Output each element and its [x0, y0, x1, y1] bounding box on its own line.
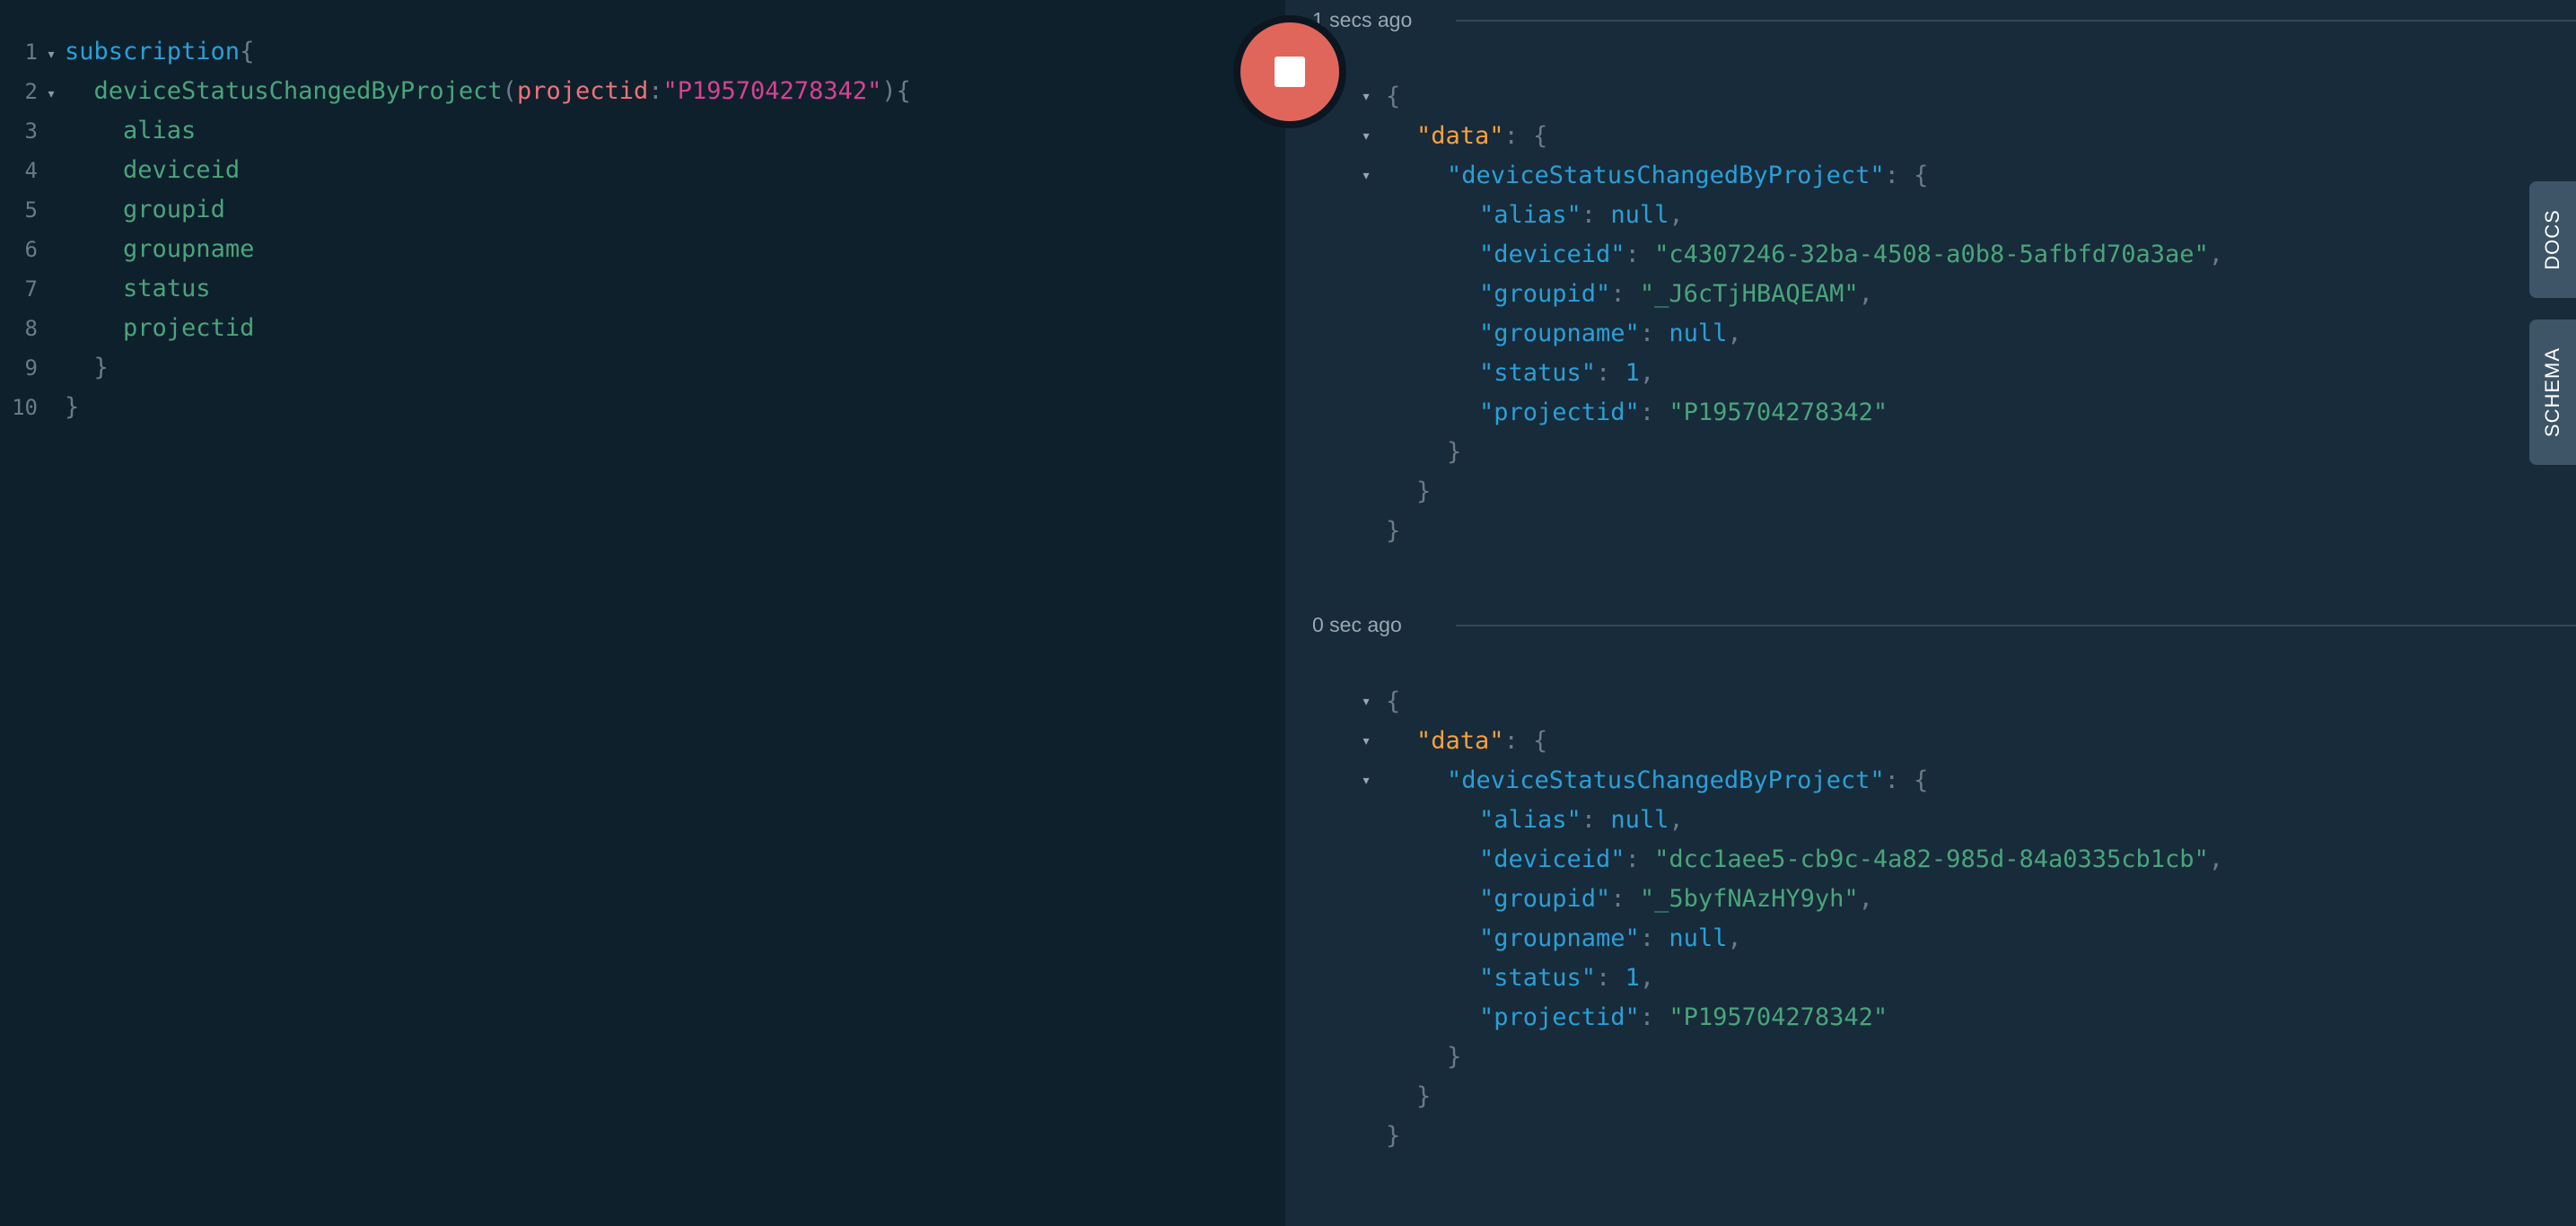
json-row-groupname: "groupname": null,: [1479, 924, 1742, 952]
result-timestamp-divider: 1 secs ago: [1285, 7, 2576, 32]
json-root-key: "deviceStatusChangedByProject": [1447, 162, 1885, 189]
line-number: 2: [24, 79, 38, 104]
fold-arrow-icon[interactable]: ▾: [1357, 156, 1375, 196]
fold-arrow-icon[interactable]: ▾: [1357, 761, 1375, 801]
json-row-deviceid: "deviceid": "c4307246-32ba-4508-a0b8-5af…: [1479, 241, 2224, 268]
result-timestamp-divider: 0 sec ago: [1285, 612, 2576, 637]
line-number: 3: [24, 118, 38, 144]
editor-line[interactable]: 5 groupid: [0, 190, 225, 230]
arg-name: projectid: [516, 77, 649, 105]
stop-subscription-button[interactable]: [1233, 15, 1346, 128]
json-row-alias: "alias": null,: [1479, 201, 1684, 229]
result-timestamp: 0 sec ago: [1312, 613, 1402, 636]
schema-tab[interactable]: SCHEMA: [2529, 320, 2576, 465]
editor-line[interactable]: 1 ▾ subscription{: [0, 32, 255, 74]
json-row-status: "status": 1,: [1479, 359, 1655, 387]
json-key-data: "data": [1416, 122, 1504, 150]
schema-tab-label: SCHEMA: [2541, 346, 2563, 438]
json-row-groupname: "groupname": null,: [1479, 320, 1742, 347]
json-row-projectid: "projectid": "P195704278342": [1479, 1003, 1888, 1031]
json-row-groupid: "groupid": "_5byfNAzHY9yh",: [1479, 885, 1873, 913]
line-number: 7: [24, 276, 38, 302]
editor-line[interactable]: 7 status: [0, 269, 211, 309]
fold-arrow-icon[interactable]: ▾: [1357, 722, 1375, 761]
fold-arrow-icon[interactable]: ▾: [1357, 682, 1375, 722]
json-key-data: "data": [1416, 727, 1504, 755]
fold-arrow-icon[interactable]: ▾: [1357, 77, 1375, 117]
docs-tab[interactable]: DOCS: [2529, 181, 2576, 298]
json-row-projectid: "projectid": "P195704278342": [1479, 398, 1888, 426]
line-number: 8: [24, 316, 38, 341]
json-root-key: "deviceStatusChangedByProject": [1447, 766, 1885, 794]
selection-field: deviceid: [123, 156, 241, 184]
json-row-status: "status": 1,: [1479, 964, 1655, 992]
json-row-deviceid: "deviceid": "dcc1aee5-cb9c-4a82-985d-84a…: [1479, 845, 2224, 873]
editor-line[interactable]: 2 ▾ deviceStatusChangedByProject(projecti…: [0, 72, 911, 111]
fold-arrow-icon[interactable]: ▾: [38, 74, 65, 114]
editor-line[interactable]: 3 alias: [0, 111, 197, 151]
query-field-name: deviceStatusChangedByProject: [93, 77, 503, 105]
editor-line[interactable]: 6 groupname: [0, 230, 255, 269]
editor-line[interactable]: 8 projectid: [0, 309, 255, 348]
query-editor[interactable]: 1 ▾ subscription{ 2 ▾ deviceStatusChangedBy…: [0, 0, 1285, 1226]
line-number: 6: [24, 237, 38, 262]
editor-line[interactable]: 4 deviceid: [0, 151, 241, 190]
editor-line[interactable]: 10}: [0, 388, 79, 427]
selection-field: groupname: [123, 235, 255, 263]
selection-field: groupid: [123, 196, 225, 223]
selection-field: status: [123, 275, 211, 302]
docs-tab-label: DOCS: [2541, 209, 2563, 270]
selection-field: alias: [123, 117, 197, 144]
selection-field: projectid: [123, 314, 255, 342]
fold-arrow-icon[interactable]: ▾: [1357, 117, 1375, 156]
line-number: 1: [24, 39, 38, 65]
arg-value: "P195704278342": [662, 77, 882, 105]
line-number: 9: [24, 355, 38, 381]
json-row-groupid: "groupid": "_J6cTjHBAQEAM",: [1479, 280, 1873, 308]
line-number: 4: [24, 158, 38, 183]
editor-line[interactable]: 9 }: [0, 348, 109, 388]
subscription-keyword: subscription: [65, 38, 241, 66]
fold-arrow-icon[interactable]: ▾: [38, 35, 65, 74]
line-number: 10: [12, 395, 38, 420]
stop-icon: [1275, 57, 1305, 87]
line-number: 5: [24, 197, 38, 223]
json-row-alias: "alias": null,: [1479, 806, 1684, 834]
